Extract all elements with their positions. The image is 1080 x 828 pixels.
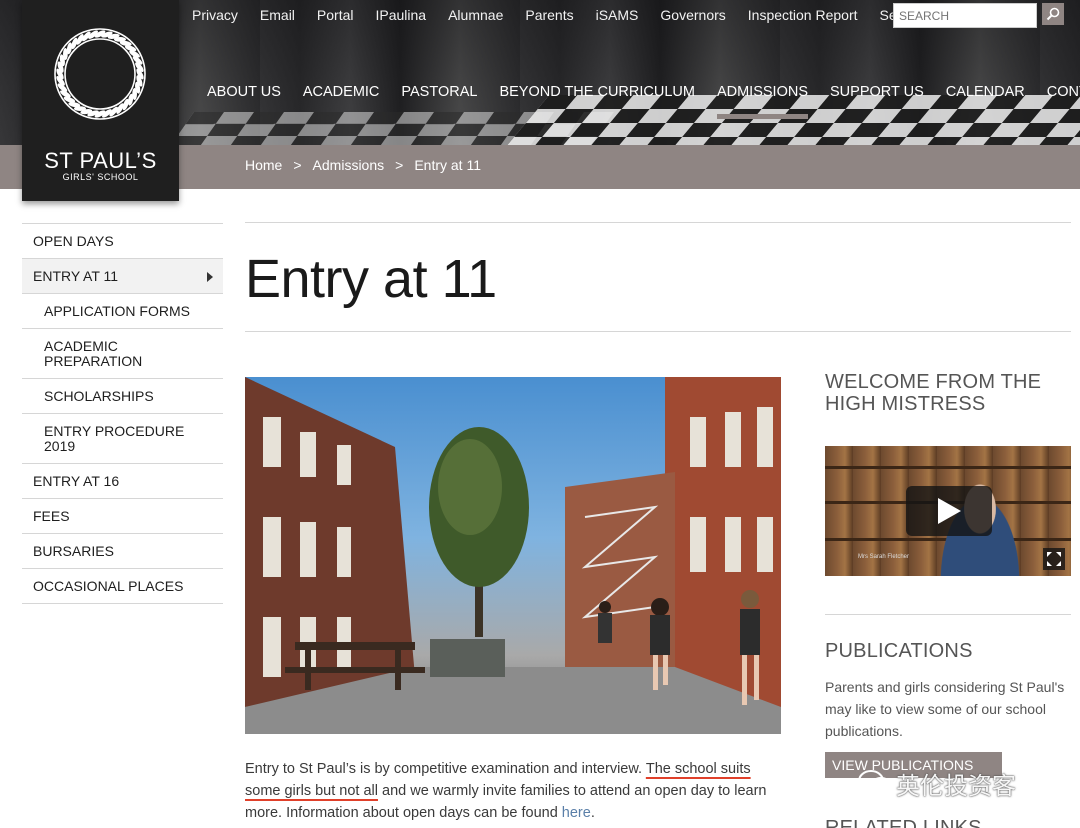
nav-about-us[interactable]: ABOUT US: [207, 84, 281, 100]
play-button[interactable]: [906, 486, 992, 536]
open-days-link[interactable]: here: [562, 805, 591, 821]
publications-heading: PUBLICATIONS: [825, 640, 973, 662]
utility-link-privacy[interactable]: Privacy: [192, 7, 238, 23]
sidebar-item-application-forms[interactable]: APPLICATION FORMS: [22, 294, 223, 329]
sidebar-item-label: OPEN DAYS: [33, 233, 114, 249]
welcome-heading: WELCOME FROM THE HIGH MISTRESS: [825, 371, 1042, 415]
school-logo[interactable]: ST PAUL’S GIRLS' SCHOOL: [22, 0, 179, 201]
utility-link-governors[interactable]: Governors: [660, 7, 725, 23]
sidebar-item-label: OCCASIONAL PLACES: [33, 578, 184, 594]
nav-academic[interactable]: ACADEMIC: [303, 84, 380, 100]
fullscreen-icon: [1047, 552, 1061, 566]
nav-admissions[interactable]: ADMISSIONS: [716, 84, 809, 119]
play-icon: [938, 498, 961, 524]
sidebar-item-entry-procedure-2019[interactable]: ENTRY PROCEDURE 2019: [22, 414, 223, 464]
sidebar-item-label: FEES: [33, 508, 70, 524]
nav-contact[interactable]: CONTACT: [1047, 84, 1080, 100]
watermark: 英伦投资客: [858, 765, 1058, 801]
breadcrumb-current: Entry at 11: [414, 157, 481, 173]
school-courtyard-photo: [245, 377, 781, 734]
sidebar-item-entry-at-16[interactable]: ENTRY AT 16: [22, 464, 223, 499]
logo-subtitle: GIRLS' SCHOOL: [62, 172, 139, 182]
divider: [245, 331, 1071, 332]
breadcrumb: Home > Admissions > Entry at 11: [245, 157, 481, 173]
sidebar-item-scholarships[interactable]: SCHOLARSHIPS: [22, 379, 223, 414]
publications-text: Parents and girls considering St Paul's …: [825, 679, 1065, 739]
utility-nav: Privacy Email Portal IPaulina Alumnae Parents…: [192, 7, 949, 23]
sidebar-nav: OPEN DAYS ENTRY AT 11 APPLICATION FORMS ACA…: [22, 223, 223, 604]
main-nav: ABOUT US ACADEMIC PASTORAL BEYOND THE CURRI…: [207, 84, 1080, 119]
chat-bubble-icon: [858, 770, 892, 795]
nav-beyond-the-curriculum[interactable]: BEYOND THE CURRICULUM: [499, 84, 695, 100]
nav-calendar[interactable]: CALENDAR: [946, 84, 1025, 100]
sidebar-item-entry-at-11[interactable]: ENTRY AT 11: [22, 259, 223, 294]
fullscreen-button[interactable]: [1043, 548, 1065, 570]
search-input[interactable]: [893, 3, 1037, 28]
welcome-video[interactable]: Mrs Sarah Fletcher: [825, 446, 1071, 576]
chevron-right-icon: [207, 272, 213, 282]
sidebar-item-label: BURSARIES: [33, 543, 114, 559]
utility-link-ipaulina[interactable]: IPaulina: [376, 7, 427, 23]
page-title: Entry at 11: [245, 249, 497, 309]
nav-support-us[interactable]: SUPPORT US: [830, 84, 924, 100]
sidebar-item-label: ENTRY AT 16: [33, 473, 120, 489]
logo-name: ST PAUL’S: [44, 148, 157, 173]
sidebar-item-label: ACADEMIC PREPARATION: [44, 338, 143, 369]
nav-pastoral[interactable]: PASTORAL: [401, 84, 477, 100]
utility-link-email[interactable]: Email: [260, 7, 295, 23]
related-links-heading: RELATED LINKS: [825, 817, 982, 828]
utility-link-isams[interactable]: iSAMS: [596, 7, 639, 23]
divider: [245, 222, 1071, 223]
utility-link-portal[interactable]: Portal: [317, 7, 354, 23]
breadcrumb-home[interactable]: Home: [245, 157, 282, 173]
search-icon: [1046, 7, 1060, 21]
intro-paragraph: Entry to St Paul’s is by competitive exa…: [245, 761, 767, 821]
video-caption: Mrs Sarah Fletcher: [858, 554, 910, 560]
sidebar-item-bursaries[interactable]: BURSARIES: [22, 534, 223, 569]
sidebar-item-label: APPLICATION FORMS: [44, 303, 190, 319]
sidebar-item-label: SCHOLARSHIPS: [44, 388, 154, 404]
sidebar-item-label: ENTRY PROCEDURE 2019: [44, 423, 185, 454]
laurel-wreath-icon: [54, 28, 146, 120]
sidebar-item-fees[interactable]: FEES: [22, 499, 223, 534]
breadcrumb-separator: >: [395, 157, 404, 173]
sidebar-item-label: ENTRY AT 11: [33, 268, 119, 284]
divider: [825, 614, 1071, 615]
sidebar-item-open-days[interactable]: OPEN DAYS: [22, 224, 223, 259]
utility-link-parents[interactable]: Parents: [525, 7, 573, 23]
search-button[interactable]: [1042, 3, 1064, 25]
breadcrumb-separator: >: [293, 157, 302, 173]
sidebar-item-academic-preparation[interactable]: ACADEMIC PREPARATION: [22, 329, 223, 379]
utility-link-alumnae[interactable]: Alumnae: [448, 7, 503, 23]
breadcrumb-admissions[interactable]: Admissions: [313, 157, 385, 173]
sidebar-item-occasional-places[interactable]: OCCASIONAL PLACES: [22, 569, 223, 604]
utility-link-inspection-report[interactable]: Inspection Report: [748, 7, 858, 23]
